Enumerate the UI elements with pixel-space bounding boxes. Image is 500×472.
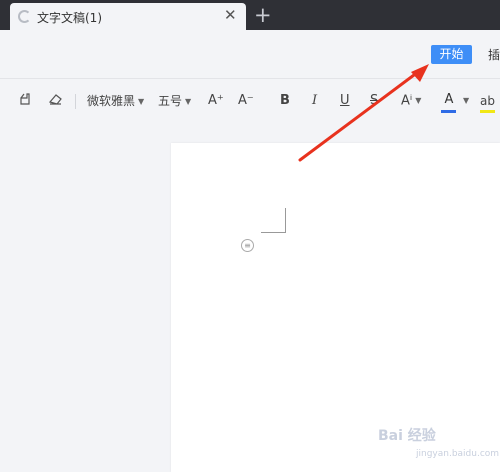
watermark-logo: Bai 经验	[378, 428, 436, 444]
watermark-url: jingyan.baidu.com	[416, 449, 500, 459]
annotation-arrow	[298, 64, 429, 162]
